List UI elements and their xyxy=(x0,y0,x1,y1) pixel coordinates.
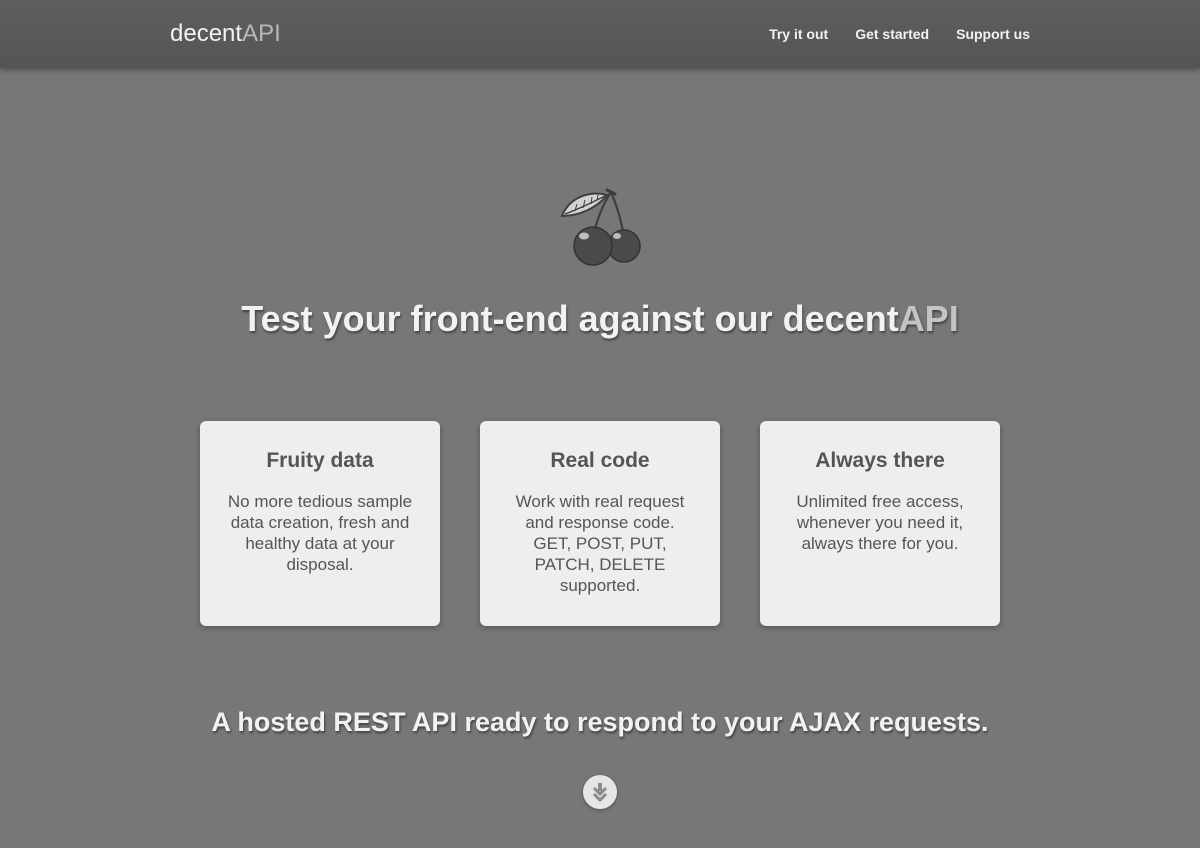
main-nav: Try it out Get started Support us xyxy=(769,24,1030,44)
hero-headline-main: Test your front-end against our decent xyxy=(241,298,899,339)
feature-card-text: Unlimited free access, whenever you need… xyxy=(796,492,964,553)
feature-card-real-code: Real code Work with real request and res… xyxy=(480,421,720,626)
feature-card-title: Real code xyxy=(550,449,650,472)
feature-card-title: Always there xyxy=(815,449,945,472)
cherry-icon xyxy=(555,184,645,268)
brand-logo-link[interactable]: decentAPI xyxy=(170,19,281,49)
chevron-down-icon xyxy=(592,783,608,803)
feature-card-always-there: Always there Unlimited free access, when… xyxy=(760,421,1000,626)
hero-headline: Test your front-end against our decentAP… xyxy=(0,296,1200,342)
feature-card-title: Fruity data xyxy=(266,449,374,472)
top-navbar: decentAPI Try it out Get started Support… xyxy=(0,0,1200,68)
scroll-down-button[interactable] xyxy=(583,775,617,809)
feature-card-text: No more tedious sample data creation, fr… xyxy=(227,492,413,574)
brand-main: decent xyxy=(170,20,243,47)
feature-card-text: Work with real request and response code… xyxy=(515,492,685,595)
feature-card-fruity-data: Fruity data No more tedious sample data … xyxy=(200,421,440,626)
nav-link-support-us[interactable]: Support us xyxy=(956,24,1030,44)
nav-link-try-it-out[interactable]: Try it out xyxy=(769,24,828,44)
nav-link-get-started[interactable]: Get started xyxy=(855,24,929,44)
brand-accent: API xyxy=(242,20,281,47)
hero-headline-accent: API xyxy=(898,298,959,339)
hero-subline: A hosted REST API ready to respond to yo… xyxy=(211,707,989,737)
